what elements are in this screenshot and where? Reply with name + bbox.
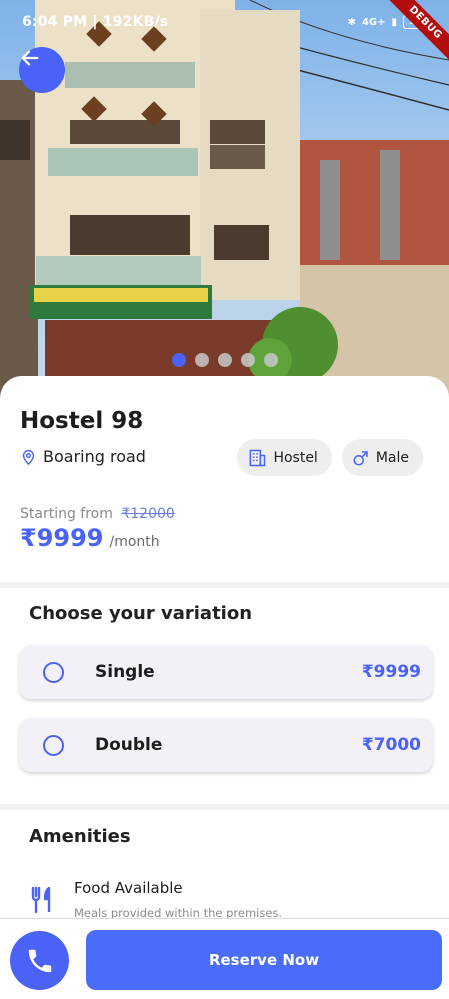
old-price: ₹12000 xyxy=(121,506,175,522)
network-label: 4G+ xyxy=(361,16,386,28)
carousel-dot[interactable] xyxy=(240,353,255,367)
section-divider xyxy=(0,804,449,810)
status-time: 6:04 PM | 192KB/s xyxy=(22,14,169,30)
variation-label: Double xyxy=(95,735,163,755)
amenity-item: Food Available Meals provided within the… xyxy=(29,877,429,922)
arrow-left-icon xyxy=(21,50,39,66)
status-bar: 6:04 PM | 192KB/s ✱ 4G+ ▮ 13 xyxy=(0,0,449,44)
starting-label: Starting from xyxy=(20,506,113,522)
variation-option-double[interactable]: Double ₹7000 xyxy=(19,718,433,772)
radio-button[interactable] xyxy=(43,661,64,683)
carousel-dot[interactable] xyxy=(263,353,278,367)
variation-price: ₹7000 xyxy=(361,735,421,755)
section-divider xyxy=(0,582,449,588)
tag-chips: Hostel Male xyxy=(237,439,423,476)
amenity-title: Food Available xyxy=(74,879,183,897)
hostel-photo[interactable]: 6:04 PM | 192KB/s ✱ 4G+ ▮ 13 DEBUG xyxy=(0,0,449,400)
bluetooth-icon: ✱ xyxy=(347,16,356,28)
chip-type: Hostel xyxy=(237,439,332,476)
location-text: Boaring road xyxy=(43,447,146,466)
price-row: ₹9999 /month xyxy=(20,524,160,552)
bottom-action-bar: Reserve Now xyxy=(0,918,449,999)
starting-from: Starting from ₹12000 xyxy=(20,506,175,522)
listing-title: Hostel 98 xyxy=(20,408,144,434)
current-price: ₹9999 xyxy=(20,524,104,552)
reserve-now-button[interactable]: Reserve Now xyxy=(86,930,442,990)
radio-button[interactable] xyxy=(43,734,64,756)
male-icon xyxy=(353,450,368,465)
hostel-building-image xyxy=(0,0,449,400)
carousel-dot[interactable] xyxy=(194,353,209,367)
call-button[interactable] xyxy=(10,931,69,990)
back-button[interactable] xyxy=(19,47,65,93)
variation-label: Single xyxy=(95,662,155,682)
signal-icon: ▮ xyxy=(391,16,397,28)
location: Boaring road xyxy=(20,447,146,466)
variation-price: ₹9999 xyxy=(361,662,421,682)
chip-label: Hostel xyxy=(273,449,318,466)
carousel-dot[interactable] xyxy=(217,353,232,367)
chip-gender: Male xyxy=(341,439,423,476)
price-unit: /month xyxy=(109,534,160,550)
variation-title: Choose your variation xyxy=(29,603,253,624)
food-icon xyxy=(31,887,51,913)
carousel-dot[interactable] xyxy=(171,353,186,367)
chip-label: Male xyxy=(375,449,409,466)
building-icon xyxy=(250,449,266,466)
amenities-title: Amenities xyxy=(29,826,131,847)
location-pin-icon xyxy=(22,449,35,465)
carousel-indicator xyxy=(0,353,449,367)
phone-icon xyxy=(28,949,51,972)
variation-option-single[interactable]: Single ₹9999 xyxy=(19,645,433,699)
